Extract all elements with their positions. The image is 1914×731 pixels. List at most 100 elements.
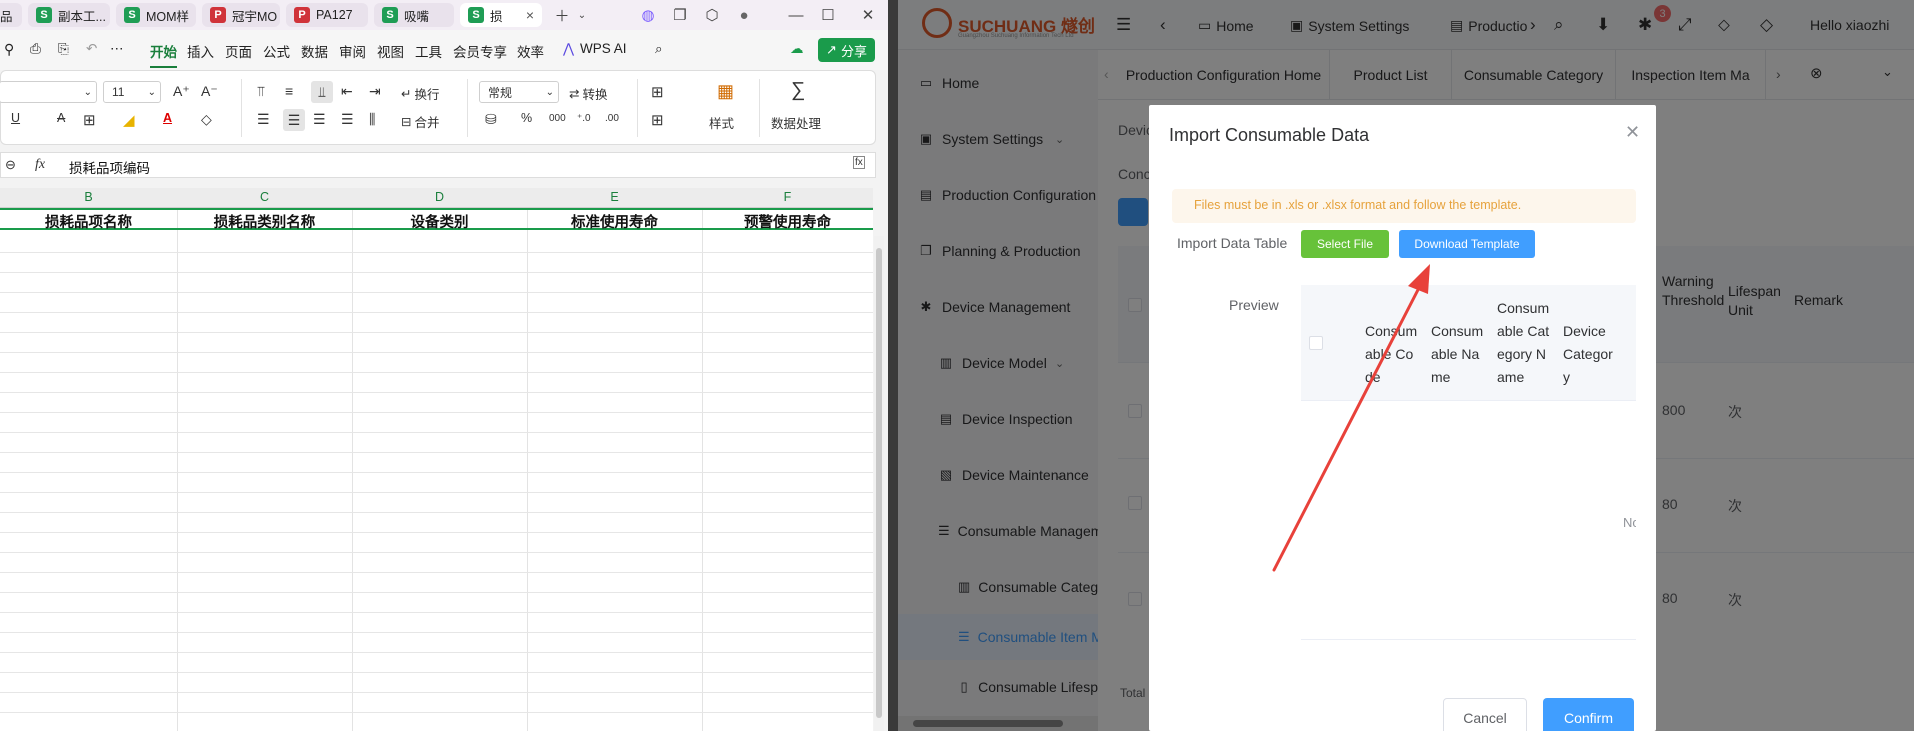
share-button[interactable]: ↗ 分享: [818, 38, 875, 62]
cell-grid[interactable]: 损耗品项名称 损耗品类别名称 设备类别 标准使用寿命 预警使用寿命: [0, 208, 873, 731]
indent-increase-icon[interactable]: ⇥: [369, 83, 381, 100]
cube-icon[interactable]: ⬡: [702, 5, 722, 25]
data-processing-button[interactable]: 数据处理: [771, 113, 821, 132]
font-name-select[interactable]: ⌄: [0, 81, 97, 103]
doc-tab-active[interactable]: S损 ×: [460, 3, 542, 27]
cancel-button[interactable]: Cancel: [1443, 698, 1527, 731]
doc-tab[interactable]: S 副本工...: [28, 3, 110, 27]
increase-font-icon[interactable]: A⁺: [173, 83, 190, 100]
maximize-icon[interactable]: ☐: [818, 5, 838, 25]
close-icon[interactable]: ✕: [858, 5, 878, 25]
add-tab-icon[interactable]: ＋: [552, 5, 572, 25]
border-icon[interactable]: ⊞: [83, 111, 96, 129]
merge-icon: ⊟: [401, 115, 412, 129]
column-header[interactable]: B: [0, 190, 177, 204]
vertical-scrollbar[interactable]: [874, 236, 884, 731]
column-header[interactable]: C: [177, 190, 352, 204]
menu-review[interactable]: 审阅: [339, 41, 366, 61]
thousands-icon[interactable]: 000: [549, 113, 566, 124]
percent-icon[interactable]: %: [521, 111, 532, 125]
undo-icon[interactable]: ↶: [86, 41, 97, 57]
conditional-format-icon[interactable]: ⊞: [651, 83, 664, 101]
align-top-icon[interactable]: ⫪: [257, 83, 265, 100]
underline-icon[interactable]: U: [11, 111, 20, 125]
header-cell[interactable]: 预警使用寿命: [702, 211, 873, 232]
eraser-icon[interactable]: ◇: [201, 111, 212, 128]
wrap-text-button[interactable]: ↵ 换行: [401, 84, 440, 103]
fill-color-icon[interactable]: ◢: [123, 111, 135, 129]
row-gridline: [0, 652, 873, 653]
decrease-font-icon[interactable]: A⁻: [201, 83, 218, 100]
decrease-decimal-icon[interactable]: .00: [605, 113, 619, 124]
close-icon[interactable]: ✕: [1625, 122, 1640, 143]
header-cell[interactable]: 损耗品类别名称: [177, 211, 352, 232]
cloud-upload-icon[interactable]: ☁: [790, 41, 804, 57]
close-icon[interactable]: ×: [526, 7, 534, 23]
justify-icon[interactable]: ☰: [341, 111, 354, 128]
formula-input[interactable]: 损耗品项编码: [69, 157, 150, 177]
column-header[interactable]: F: [702, 190, 873, 204]
select-all-checkbox[interactable]: [1309, 336, 1323, 350]
menu-view[interactable]: 视图: [377, 41, 404, 61]
column-header[interactable]: E: [527, 190, 702, 204]
row-gridline: [0, 272, 873, 273]
menu-home[interactable]: 开始: [150, 41, 177, 68]
header-cell[interactable]: 设备类别: [352, 211, 527, 232]
indent-decrease-icon[interactable]: ⇤: [341, 83, 353, 100]
menu-data[interactable]: 数据: [301, 41, 328, 61]
merge-button[interactable]: ⊟ 合并: [401, 112, 440, 131]
currency-icon[interactable]: ⛁: [485, 111, 497, 128]
print-icon[interactable]: ⎙: [30, 41, 41, 57]
menu-page[interactable]: 页面: [225, 41, 252, 61]
menu-member[interactable]: 会员专享: [453, 41, 507, 61]
header-cell[interactable]: 标准使用寿命: [527, 211, 702, 232]
more-icon[interactable]: ⋯: [110, 41, 124, 57]
doc-tab[interactable]: S品: [0, 3, 22, 27]
zoom-icon[interactable]: ⊖: [5, 157, 16, 173]
menu-wps-ai[interactable]: WPS AI: [580, 41, 627, 56]
align-right-icon[interactable]: ☰: [313, 111, 326, 128]
row-gridline: [0, 492, 873, 493]
menu-tools[interactable]: 工具: [415, 41, 442, 61]
row-gridline: [0, 632, 873, 633]
align-center-icon[interactable]: ☰: [283, 109, 305, 131]
window-icon[interactable]: ❐: [670, 5, 690, 25]
increase-decimal-icon[interactable]: ⁺.0: [577, 113, 591, 124]
strikethrough-icon[interactable]: A: [57, 111, 65, 125]
doc-tab[interactable]: S MOM样: [116, 3, 196, 27]
column-header-bar: B C D E F: [0, 188, 873, 208]
confirm-button[interactable]: Confirm: [1543, 698, 1634, 731]
scrollbar-thumb[interactable]: [876, 248, 882, 718]
align-bottom-icon[interactable]: ⫫: [311, 81, 333, 103]
align-middle-icon[interactable]: ≡: [285, 83, 293, 99]
menu-insert[interactable]: 插入: [187, 41, 214, 61]
menu-efficiency[interactable]: 效率: [517, 41, 544, 61]
align-left-icon[interactable]: ☰: [257, 111, 270, 128]
search-icon[interactable]: ⌕: [655, 41, 663, 57]
convert-button[interactable]: ⇄ 转换: [569, 84, 608, 103]
window-divider: [888, 0, 898, 731]
download-template-button[interactable]: Download Template: [1399, 230, 1535, 258]
header-cell[interactable]: 损耗品项名称: [0, 211, 177, 232]
table-format-icon[interactable]: ⊞: [651, 111, 664, 129]
select-file-button[interactable]: Select File: [1301, 230, 1389, 258]
minimize-icon[interactable]: —: [786, 5, 806, 25]
menu-formula[interactable]: 公式: [263, 41, 290, 61]
avatar[interactable]: ●: [734, 5, 754, 25]
function-icon[interactable]: fx: [35, 157, 45, 173]
assistant-icon[interactable]: ◍: [638, 5, 658, 25]
font-size-select[interactable]: 11 ⌄: [103, 81, 161, 103]
print-preview-icon[interactable]: ⎘: [58, 41, 69, 57]
font-color-icon[interactable]: A: [163, 111, 172, 125]
empty-text: No: [1623, 515, 1636, 530]
column-header[interactable]: D: [352, 190, 527, 204]
doc-tab[interactable]: P 冠宇MO: [202, 3, 280, 27]
doc-tab[interactable]: P PA127: [286, 3, 368, 27]
chevron-down-icon[interactable]: ⌄: [572, 5, 592, 25]
expand-formula-icon[interactable]: fx: [853, 156, 865, 169]
distribute-icon[interactable]: ⫼: [369, 111, 375, 128]
style-button[interactable]: 样式: [709, 113, 734, 132]
doc-tab[interactable]: S 吸嘴: [374, 3, 454, 27]
number-format-select[interactable]: 常规 ⌄: [479, 81, 559, 103]
link-icon[interactable]: ⚲: [4, 41, 14, 58]
